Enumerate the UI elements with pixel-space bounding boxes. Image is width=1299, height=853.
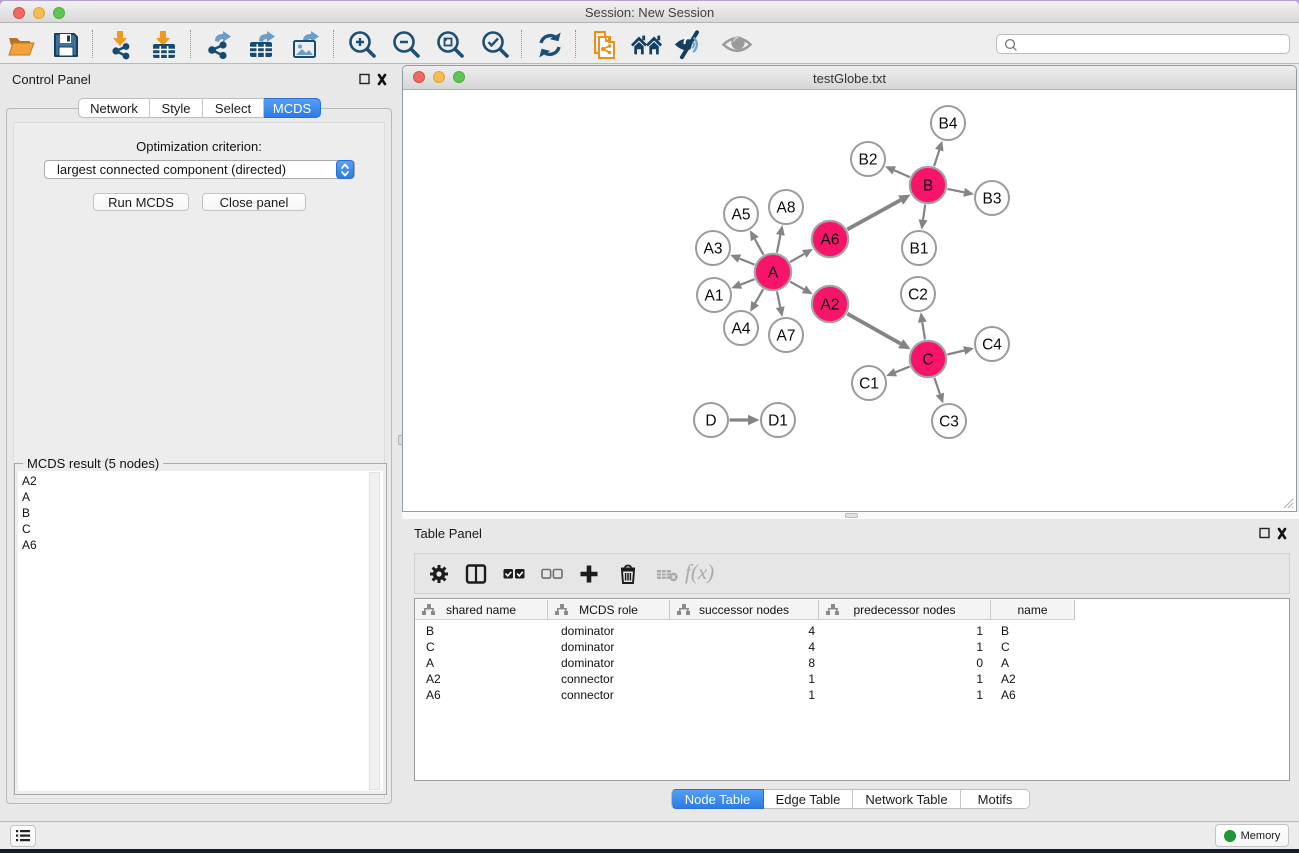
svg-text:A3: A3 bbox=[704, 241, 723, 258]
svg-text:D: D bbox=[705, 413, 716, 430]
svg-text:D1: D1 bbox=[768, 413, 788, 430]
svg-text:A4: A4 bbox=[732, 321, 751, 338]
svg-text:C3: C3 bbox=[939, 414, 959, 431]
svg-text:A: A bbox=[768, 265, 779, 282]
svg-text:B: B bbox=[923, 178, 933, 195]
svg-text:A2: A2 bbox=[821, 297, 840, 314]
svg-text:A1: A1 bbox=[705, 288, 724, 305]
svg-text:C2: C2 bbox=[908, 287, 928, 304]
svg-text:B3: B3 bbox=[983, 191, 1002, 208]
svg-text:B4: B4 bbox=[939, 116, 958, 133]
svg-text:A6: A6 bbox=[821, 232, 840, 249]
svg-text:B1: B1 bbox=[910, 241, 929, 258]
svg-text:C1: C1 bbox=[859, 376, 879, 393]
svg-text:A7: A7 bbox=[777, 328, 796, 345]
svg-text:A8: A8 bbox=[777, 200, 796, 217]
svg-text:C4: C4 bbox=[982, 337, 1002, 354]
svg-text:A5: A5 bbox=[732, 207, 751, 224]
svg-text:C: C bbox=[922, 352, 933, 369]
svg-text:B2: B2 bbox=[859, 152, 878, 169]
